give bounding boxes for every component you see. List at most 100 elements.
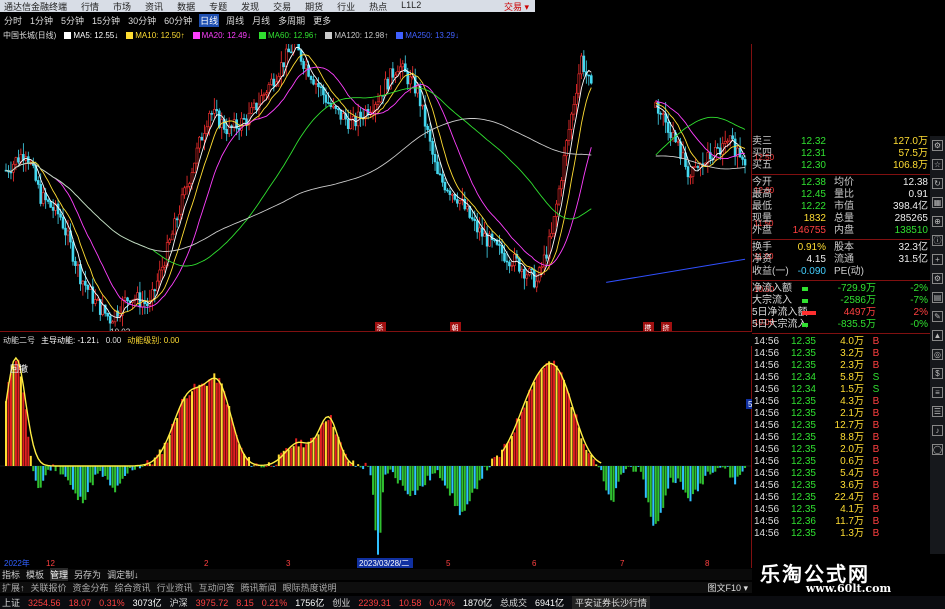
period-10[interactable]: 更多 bbox=[312, 14, 332, 27]
ext-tab-0[interactable]: 扩展↑ bbox=[2, 581, 25, 594]
stat-value: 285265 bbox=[894, 213, 928, 224]
bottom-tab-2[interactable]: 管理 bbox=[50, 568, 69, 581]
menu-5[interactable]: 发现 bbox=[241, 0, 259, 13]
bell-icon[interactable]: ♪ bbox=[932, 425, 943, 436]
stat-row: 换手 0.91% 股本 32.3亿 bbox=[752, 242, 930, 254]
ext-tab-6[interactable]: 腾讯新闻 bbox=[241, 581, 277, 594]
gear-icon[interactable]: ⚙ bbox=[932, 140, 943, 151]
list-icon[interactable]: ☰ bbox=[932, 406, 943, 417]
osc-bar bbox=[677, 466, 680, 479]
broker-label[interactable]: 平安证券长沙行情 bbox=[572, 596, 651, 609]
news2-icon[interactable]: ≡ bbox=[932, 387, 943, 398]
time-tick: 2 bbox=[204, 559, 209, 568]
candle-body bbox=[71, 241, 75, 262]
fund-icon[interactable]: $ bbox=[932, 368, 943, 379]
index-pct: 0.31% bbox=[99, 597, 125, 608]
candle-body bbox=[525, 274, 529, 279]
menu-2[interactable]: 资讯 bbox=[145, 0, 163, 13]
ma250-line bbox=[606, 258, 746, 283]
tick-volume: 11.7万 bbox=[835, 516, 864, 527]
ext-tab-4[interactable]: 行业资讯 bbox=[157, 581, 193, 594]
osc-bar bbox=[486, 466, 489, 471]
pin-icon[interactable]: ⊕ bbox=[932, 216, 943, 227]
candle-body bbox=[562, 155, 566, 181]
kline-chart[interactable]: ←10.02杀朝携挤 bbox=[0, 44, 752, 332]
chart-icon[interactable]: ▲ bbox=[932, 330, 943, 341]
osc-bar bbox=[198, 384, 201, 466]
indicator-tabs: 指标 模板 管理 另存为 调定制↓ bbox=[0, 568, 752, 581]
osc-bar bbox=[453, 466, 456, 507]
stat-value: 138510 bbox=[894, 225, 928, 236]
period-2[interactable]: 5分钟 bbox=[60, 14, 85, 27]
ext-tab-7[interactable]: 眼际热度说明 bbox=[283, 581, 337, 594]
ext-tab-3[interactable]: 综合资讯 bbox=[115, 581, 151, 594]
ext-tab-f10[interactable]: 图文F10 ▾ bbox=[707, 581, 748, 594]
oscillator-chart[interactable]: 回撤10.008.006.004.002.000.00-2.00-4.00-6.… bbox=[0, 346, 752, 568]
period-8[interactable]: 月线 bbox=[251, 14, 271, 27]
osc-bar bbox=[124, 466, 127, 476]
stat-row: 外盘 146755 内盘 138510 bbox=[752, 225, 930, 237]
period-4[interactable]: 30分钟 bbox=[127, 14, 157, 27]
candle-body bbox=[560, 180, 563, 190]
grid-icon[interactable]: ▦ bbox=[932, 197, 943, 208]
period-0[interactable]: 分时 bbox=[3, 14, 23, 27]
period-7[interactable]: 周线 bbox=[225, 14, 245, 27]
osc-bar bbox=[491, 458, 494, 466]
ma-swatch bbox=[396, 31, 404, 39]
tick-row: 14:56 12.34 5.8万 S bbox=[752, 372, 930, 384]
menu-1[interactable]: 市场 bbox=[113, 0, 131, 13]
ext-tab-2[interactable]: 资金分布 bbox=[73, 581, 109, 594]
osc-bar bbox=[191, 391, 193, 466]
candle-body bbox=[36, 180, 40, 185]
trade-menu[interactable]: 交易 ▾ bbox=[504, 0, 529, 13]
osc-bar bbox=[44, 466, 47, 476]
stock-name: 中国长城(日线) bbox=[3, 30, 57, 40]
tick-side: B bbox=[872, 456, 880, 467]
stat-label: 市值 bbox=[834, 201, 854, 212]
menu-7[interactable]: 期货 bbox=[305, 0, 323, 13]
period-1[interactable]: 1分钟 bbox=[29, 14, 54, 27]
candle-body bbox=[570, 113, 573, 130]
menu-6[interactable]: 交易 bbox=[273, 0, 291, 13]
menu-3[interactable]: 数据 bbox=[177, 0, 195, 13]
user-icon[interactable]: ◯ bbox=[932, 444, 943, 455]
bottom-tab-3[interactable]: 另存为 bbox=[74, 568, 101, 581]
bottom-tab-4[interactable]: 调定制↓ bbox=[107, 568, 139, 581]
menu-4[interactable]: 专题 bbox=[209, 0, 227, 13]
refresh-icon[interactable]: ↻ bbox=[932, 178, 943, 189]
menu-9[interactable]: 热点 bbox=[369, 0, 387, 13]
settings-icon[interactable]: ⚙ bbox=[932, 273, 943, 284]
plus-icon[interactable]: + bbox=[932, 254, 943, 265]
candle-body bbox=[384, 78, 387, 96]
osc-bar bbox=[183, 396, 186, 466]
candle-body bbox=[14, 157, 18, 165]
osc-bar bbox=[210, 379, 213, 466]
bottom-tab-0[interactable]: 指标 bbox=[2, 568, 20, 581]
quote-panel: 卖三 12.32 127.0万 买四 12.31 57.5万 买五 12.30 106.8万 今开… bbox=[752, 136, 930, 554]
page-icon[interactable]: ▤ bbox=[932, 292, 943, 303]
menu-0[interactable]: 行情 bbox=[81, 0, 99, 13]
menu-10[interactable]: L1L2 bbox=[401, 0, 421, 13]
period-9[interactable]: 多周期 bbox=[277, 14, 306, 27]
osc-bar bbox=[89, 466, 92, 483]
ext-tab-5[interactable]: 互动问答 bbox=[199, 581, 235, 594]
period-3[interactable]: 15分钟 bbox=[91, 14, 121, 27]
osc-bar bbox=[94, 466, 97, 475]
candle-body bbox=[666, 121, 670, 133]
period-6[interactable]: 日线 bbox=[199, 14, 220, 27]
osc-bar bbox=[662, 466, 665, 508]
osc-bar bbox=[305, 444, 308, 466]
info-icon[interactable]: ⓘ bbox=[932, 235, 943, 246]
osc-bar bbox=[657, 466, 660, 522]
osc-bar bbox=[161, 454, 164, 466]
stock-icon[interactable]: ◎ bbox=[932, 349, 943, 360]
news-icon[interactable]: ✎ bbox=[932, 311, 943, 322]
bottom-tab-1[interactable]: 模板 bbox=[26, 568, 44, 581]
ext-tab-1[interactable]: 关联报价 bbox=[31, 581, 67, 594]
stat-value bbox=[864, 266, 930, 278]
menu-8[interactable]: 行业 bbox=[337, 0, 355, 13]
candle-body bbox=[391, 68, 395, 78]
star-icon[interactable]: ☆ bbox=[932, 159, 943, 170]
flow-label: 5日净流入额 bbox=[752, 307, 808, 318]
period-5[interactable]: 60分钟 bbox=[163, 14, 193, 27]
